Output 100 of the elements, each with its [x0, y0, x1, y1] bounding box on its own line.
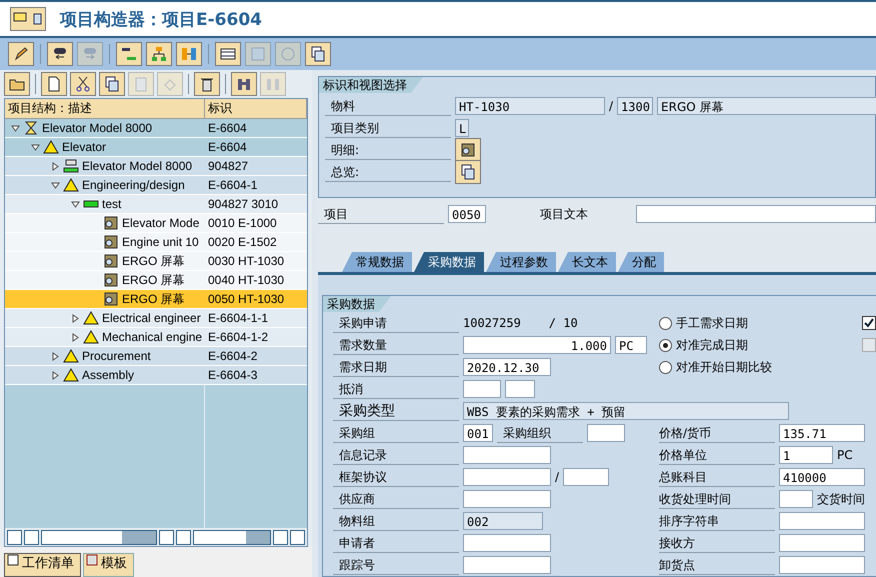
input-field[interactable]	[779, 534, 865, 552]
toolbar-button[interactable]	[305, 42, 331, 66]
collapse-arrow-icon[interactable]	[31, 142, 40, 152]
input-field[interactable]	[779, 512, 865, 530]
item-field[interactable]: 0050	[448, 205, 486, 223]
input-field[interactable]	[563, 468, 610, 486]
toolbar-button[interactable]	[194, 72, 220, 96]
input-field[interactable]	[779, 490, 813, 508]
toolbar-button[interactable]	[8, 42, 34, 66]
scroll-right-button[interactable]	[24, 530, 39, 544]
tab[interactable]: 常规数据	[342, 252, 412, 272]
tree-item[interactable]: Elevator Model 8000	[5, 119, 205, 137]
input-field[interactable]	[463, 468, 551, 486]
toolbar-button[interactable]	[231, 72, 257, 96]
toolbar-button[interactable]	[116, 42, 142, 66]
collapse-arrow-icon[interactable]	[71, 200, 80, 208]
input-field[interactable]	[463, 534, 551, 552]
unit-field[interactable]: PC	[615, 336, 647, 354]
tree-item-id: 0030 HT-1030	[207, 253, 286, 270]
scrollbar[interactable]	[41, 530, 157, 544]
field-label: 申请者	[333, 534, 459, 552]
expand-arrow-icon[interactable]	[51, 352, 60, 360]
input-field[interactable]	[505, 380, 535, 398]
scroll-left-button[interactable]	[273, 530, 288, 544]
tree-item[interactable]: Elevator Model 8000	[5, 157, 205, 175]
table-icon	[220, 46, 236, 62]
toolbar-button[interactable]	[146, 42, 172, 66]
collapse-arrow-icon[interactable]	[11, 124, 20, 132]
tree-item-id: E-6604-3	[207, 367, 258, 384]
tree-item[interactable]: Mechanical engine	[5, 328, 205, 346]
scroll-right-button[interactable]	[176, 530, 191, 544]
expand-arrow-icon[interactable]	[71, 314, 80, 322]
toolbar-button[interactable]	[99, 72, 125, 96]
section-title: 标识和视图选择	[319, 77, 423, 93]
expand-arrow-icon[interactable]	[71, 332, 80, 342]
scroll-right-button[interactable]	[290, 530, 305, 544]
toolbar-button[interactable]	[41, 72, 67, 96]
toolbar-button[interactable]	[215, 42, 241, 66]
detail-button[interactable]	[455, 138, 481, 162]
menu-button[interactable]	[10, 7, 46, 31]
scroll-left-button[interactable]	[159, 530, 174, 544]
tree-item-id: E-6604	[207, 139, 248, 156]
tree-item[interactable]: Electrical engineer	[5, 309, 205, 327]
input-field[interactable]	[587, 424, 625, 442]
input-field[interactable]	[463, 446, 551, 464]
field-label: 项目类别	[325, 118, 451, 138]
material-field: HT-1030	[455, 97, 605, 115]
item-category-field: L	[455, 119, 469, 137]
tab[interactable]: 工作清单	[4, 553, 81, 577]
toolbar-button[interactable]	[70, 72, 96, 96]
toolbar-button[interactable]	[4, 72, 30, 96]
input-field[interactable]: 2020.12.30	[463, 358, 551, 376]
input-field[interactable]: 001	[463, 424, 493, 442]
collapse-arrow-icon[interactable]	[51, 180, 60, 190]
tab[interactable]: 采购数据	[414, 252, 484, 272]
clipboard-icon	[133, 76, 149, 92]
input-field[interactable]: 1	[779, 446, 833, 464]
item-text-field[interactable]	[636, 205, 876, 223]
tree-item[interactable]: ERGO 屏幕	[5, 252, 205, 270]
input-field[interactable]: 410000	[779, 468, 865, 486]
tab[interactable]: 模板	[83, 553, 134, 577]
quantity-field[interactable]: 1.000	[463, 336, 611, 354]
tree-item[interactable]: Procurement	[5, 347, 205, 365]
tree-item[interactable]: ERGO 屏幕	[5, 290, 205, 308]
field-label: 物料	[325, 96, 451, 116]
field-label: 收货处理时间	[659, 490, 775, 508]
overview-button[interactable]	[455, 160, 481, 184]
tab[interactable]: 长文本	[558, 252, 616, 272]
tree-item[interactable]: Elevator Mode	[5, 214, 205, 232]
scroll-left-button[interactable]	[7, 530, 22, 544]
tree-item-id: 0040 HT-1030	[207, 272, 286, 289]
toolbar-button[interactable]	[47, 42, 73, 66]
field-label: 跟踪号	[333, 556, 459, 574]
tree-item[interactable]: Elevator	[5, 138, 205, 156]
input-field[interactable]	[779, 556, 865, 574]
scrollbar[interactable]	[193, 530, 271, 544]
tree-item[interactable]: ERGO 屏幕	[5, 271, 205, 289]
forward-arrow-icon	[82, 46, 98, 62]
expand-arrow-icon[interactable]	[51, 162, 60, 170]
radio-button[interactable]	[659, 316, 672, 330]
field-label: 项目文本	[540, 206, 589, 222]
separator: /	[609, 99, 614, 113]
tab[interactable]: 过程参数	[486, 252, 556, 272]
expand-arrow-icon[interactable]	[51, 370, 60, 380]
menu-icon	[13, 11, 43, 27]
checkbox[interactable]	[862, 316, 876, 330]
input-field[interactable]	[463, 380, 501, 398]
tree-item[interactable]: test	[5, 195, 205, 213]
radio-label: 手工需求日期	[676, 314, 748, 332]
separator: /	[555, 470, 560, 484]
tree-item[interactable]: Engine unit 10	[5, 233, 205, 251]
radio-button[interactable]	[659, 338, 672, 352]
input-field[interactable]	[463, 556, 551, 574]
tab[interactable]: 分配	[618, 252, 664, 272]
input-field[interactable]: 135.71	[779, 424, 865, 442]
tree-item[interactable]: Engineering/design	[5, 176, 205, 194]
tree-item[interactable]: Assembly	[5, 366, 205, 384]
radio-button[interactable]	[659, 360, 672, 374]
gantt-icon	[121, 46, 137, 62]
input-field[interactable]	[463, 490, 551, 508]
